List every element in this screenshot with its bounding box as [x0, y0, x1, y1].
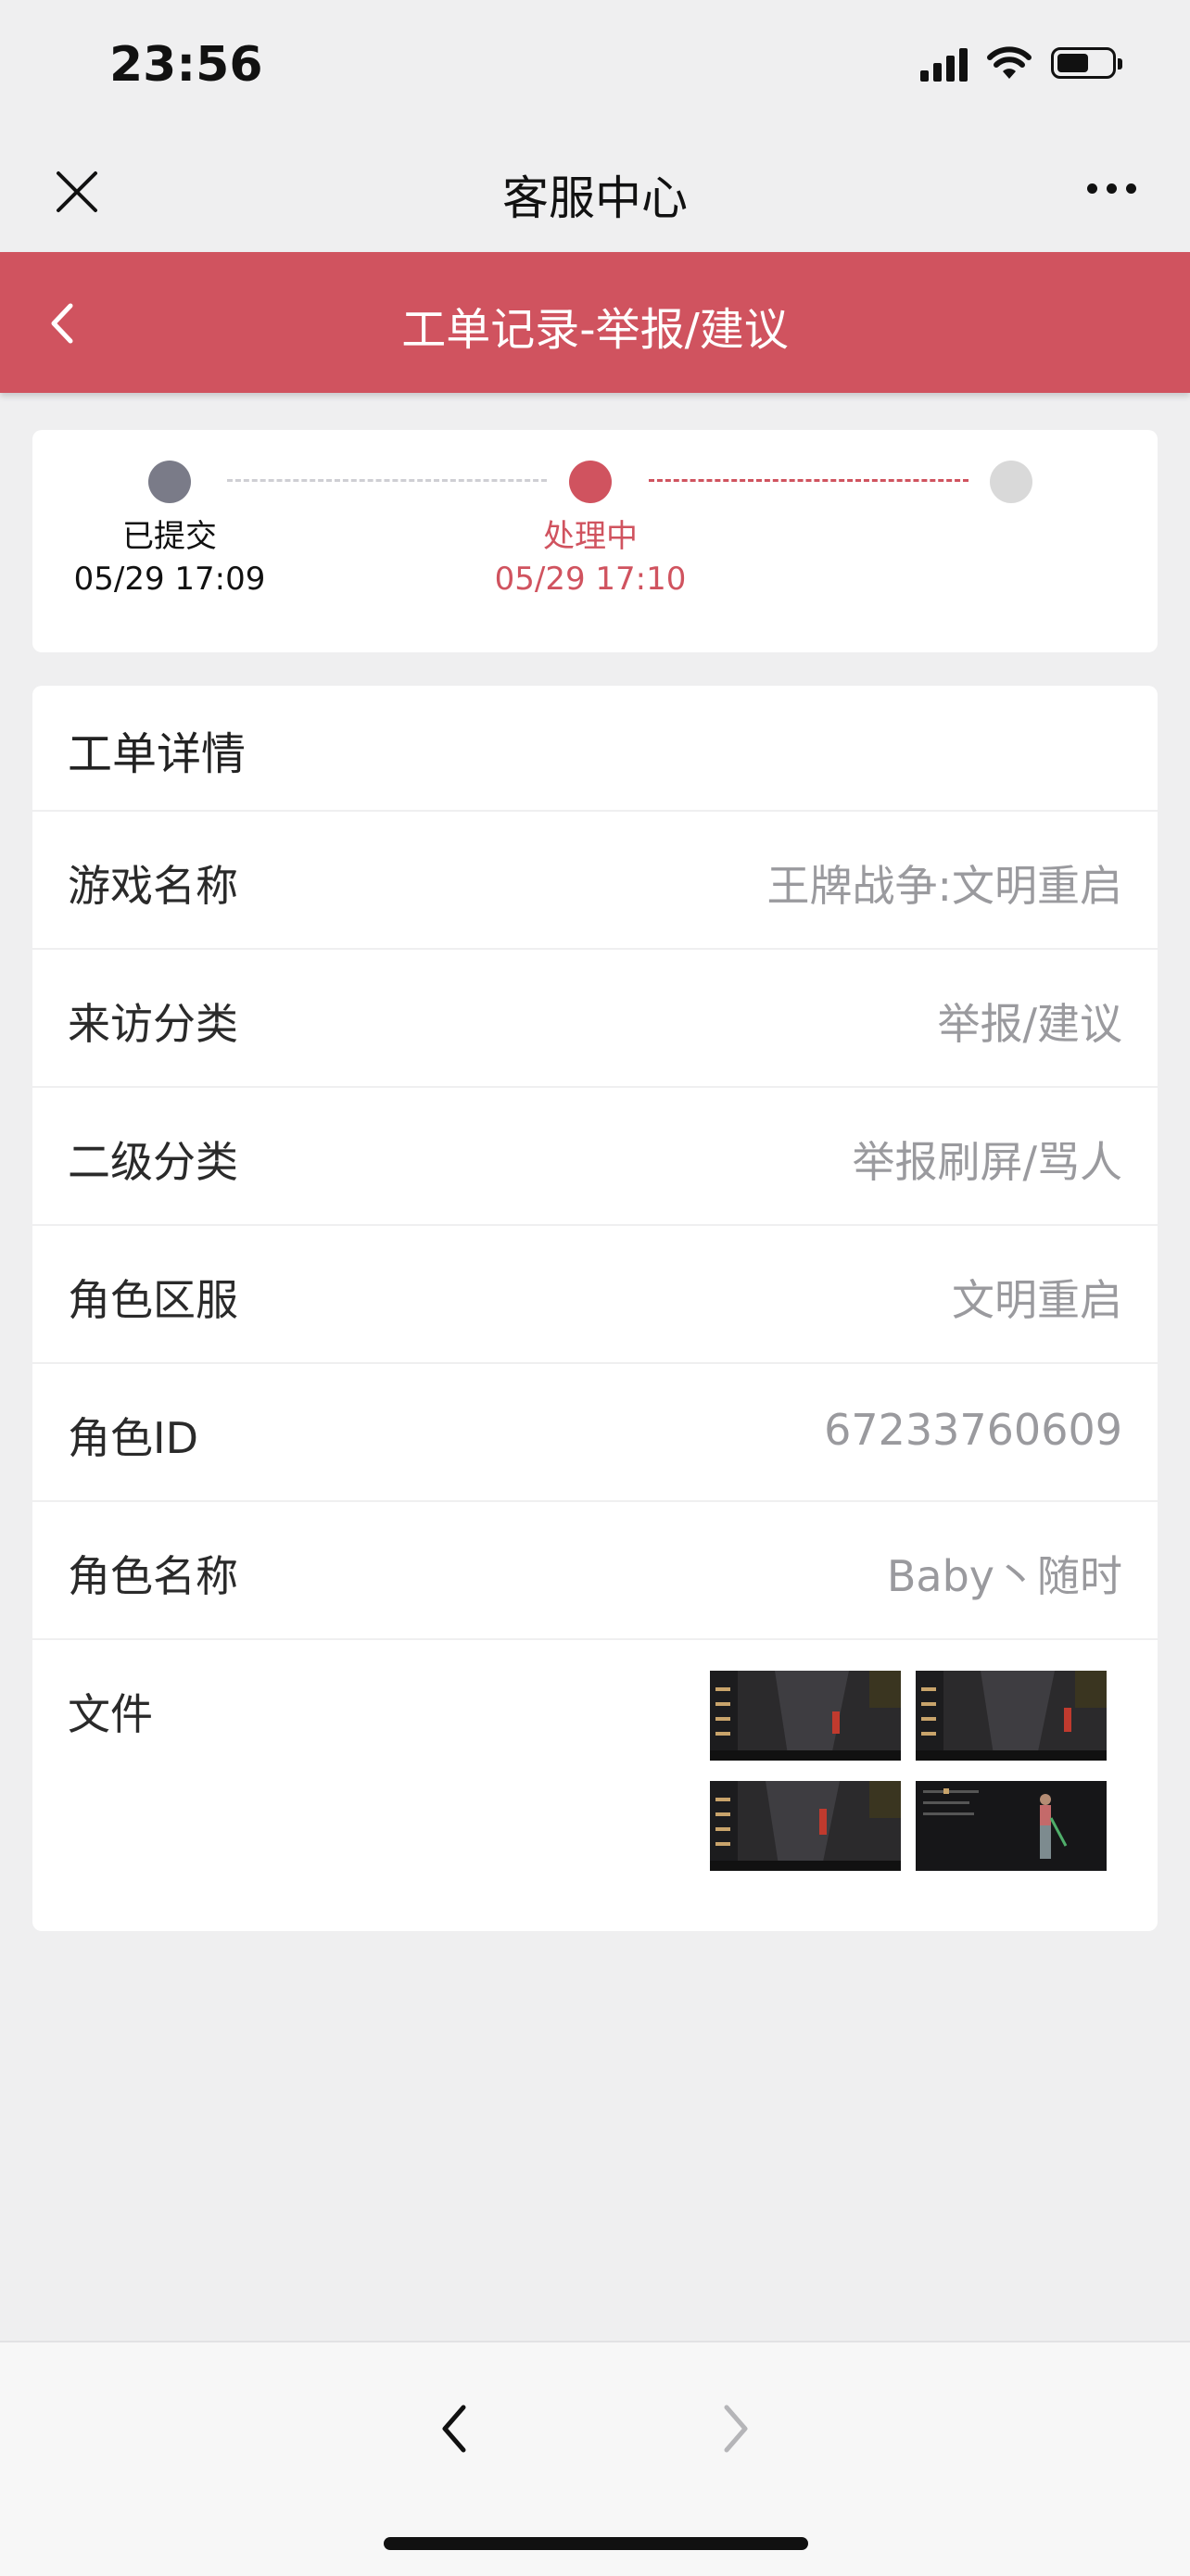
page-title: 工单记录-举报/建议	[401, 304, 789, 356]
step-submitted: 已提交 05/29 17:09	[32, 515, 307, 600]
step-dot-submitted	[148, 461, 191, 503]
row-label: 二级分类	[68, 1137, 238, 1187]
detail-row-role-name: 角色名称 Baby丶随时	[32, 1500, 1158, 1640]
step-dot-processing	[569, 461, 612, 503]
battery-icon	[1051, 47, 1122, 79]
step-label: 已提交	[122, 518, 217, 555]
step-time: 05/29 17:10	[494, 561, 687, 598]
progress-tracker: 已提交 05/29 17:09 处理中 05/29 17:10	[32, 430, 1158, 652]
row-label: 角色名称	[68, 1551, 238, 1601]
file-thumbnail[interactable]	[710, 1781, 901, 1871]
status-time: 23:56	[109, 37, 263, 93]
row-value: 文明重启	[952, 1275, 1122, 1325]
detail-row-category: 来访分类 举报/建议	[32, 948, 1158, 1088]
file-thumbnail[interactable]	[916, 1781, 1107, 1871]
page-header: 工单记录-举报/建议	[0, 252, 1190, 393]
file-thumbnail[interactable]	[916, 1671, 1107, 1761]
detail-row-game-name: 游戏名称 王牌战争:文明重启	[32, 810, 1158, 950]
step-label: 处理中	[543, 518, 638, 555]
ticket-details-card: 工单详情 游戏名称 王牌战争:文明重启 来访分类 举报/建议 二级分类 举报刷屏…	[32, 686, 1158, 1931]
row-value: 举报/建议	[937, 999, 1123, 1049]
row-value: 举报刷屏/骂人	[852, 1137, 1123, 1187]
row-label: 角色区服	[68, 1275, 238, 1325]
row-value: 67233760609	[824, 1405, 1122, 1455]
row-label: 游戏名称	[68, 861, 238, 911]
step-dot-pending	[990, 461, 1032, 503]
section-title: 工单详情	[68, 728, 247, 780]
row-value: Baby丶随时	[886, 1551, 1122, 1601]
chevron-left-icon[interactable]	[432, 2396, 478, 2461]
step-connector	[227, 479, 547, 482]
detail-row-role-id: 角色ID 67233760609	[32, 1362, 1158, 1502]
status-bar: 23:56	[0, 0, 1190, 130]
step-connector	[649, 479, 968, 482]
nav-title: 客服中心	[502, 171, 688, 225]
chevron-right-icon[interactable]	[712, 2396, 758, 2461]
detail-row-server: 角色区服 文明重启	[32, 1224, 1158, 1364]
status-icons	[920, 44, 1122, 82]
step-processing: 处理中 05/29 17:10	[451, 515, 729, 600]
home-indicator[interactable]	[384, 2537, 808, 2550]
row-label: 角色ID	[68, 1413, 198, 1463]
more-icon[interactable]	[1087, 183, 1136, 194]
nav-bar: 客服中心	[0, 130, 1190, 252]
wifi-icon	[987, 46, 1032, 79]
cellular-signal-icon	[920, 44, 968, 82]
file-thumbnail[interactable]	[710, 1671, 901, 1761]
step-time: 05/29 17:09	[73, 561, 266, 598]
row-value: 王牌战争:文明重启	[766, 861, 1123, 911]
file-thumbnails	[710, 1671, 1108, 1884]
row-label: 来访分类	[68, 999, 238, 1049]
detail-row-files: 文件	[32, 1638, 1158, 1933]
row-label: 文件	[68, 1689, 153, 1739]
detail-row-subcategory: 二级分类 举报刷屏/骂人	[32, 1086, 1158, 1226]
